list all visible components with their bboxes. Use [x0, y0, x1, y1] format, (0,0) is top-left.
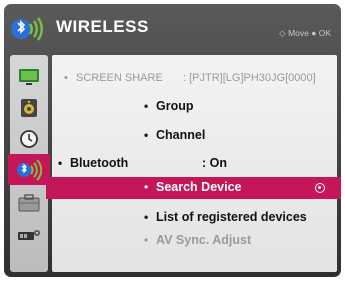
speaker-audio-icon [21, 98, 37, 117]
header: WIRELESS ◇ Move ● OK [4, 4, 341, 50]
toolbox-option-icon [18, 193, 40, 211]
group-item[interactable]: • Group [52, 95, 337, 119]
bullet: • [144, 99, 149, 113]
sidebar-item-wireless[interactable] [8, 154, 50, 185]
sidebar-item-option[interactable] [10, 187, 48, 218]
category-sidebar [8, 55, 50, 272]
av-sync-item[interactable]: • AV Sync. Adjust [52, 229, 337, 253]
registered-devices-label: List of registered devices [156, 210, 307, 224]
tv-picture-icon [19, 68, 39, 85]
sidebar-item-time[interactable] [10, 123, 48, 154]
settings-window: WIRELESS ◇ Move ● OK • SCREEN SHARE: [P… [4, 4, 341, 277]
bluetooth-item[interactable]: • Bluetooth : On [52, 152, 337, 176]
bullet: • [144, 180, 149, 194]
page-title: WIRELESS [56, 17, 149, 36]
channel-item[interactable]: • Channel [52, 124, 337, 148]
sidebar-item-audio[interactable] [10, 92, 48, 123]
search-device-label: Search Device [156, 180, 242, 194]
bluetooth-wireless-icon [10, 12, 44, 44]
bluetooth-wireless-icon [17, 158, 42, 181]
sidebar-item-input[interactable] [10, 219, 48, 250]
bluetooth-label: Bluetooth [70, 156, 129, 170]
clock-time-icon [20, 129, 38, 148]
bullet: • [64, 72, 68, 84]
bullet: • [58, 156, 63, 170]
screen-share-label: SCREEN SHARE [76, 72, 163, 84]
bullet: • [144, 233, 149, 247]
input-device-icon [18, 229, 40, 240]
screen-share-item[interactable]: • SCREEN SHARE : [PJTR][LG]PH30JG[0000] [52, 67, 337, 91]
bullet: • [144, 210, 149, 224]
av-sync-label: AV Sync. Adjust [156, 233, 252, 247]
sidebar-item-picture[interactable] [10, 61, 48, 92]
bluetooth-value: : On [202, 156, 227, 170]
group-label: Group [156, 99, 194, 113]
navigation-hint: ◇ Move ● OK [279, 28, 331, 38]
bullet: • [144, 128, 149, 142]
search-device-item[interactable]: • Search Device [46, 177, 341, 199]
channel-label: Channel [156, 128, 206, 142]
radio-selected-icon [315, 183, 325, 193]
screen-share-value: : [PJTR][LG]PH30JG[0000] [183, 72, 316, 84]
registered-devices-item[interactable]: • List of registered devices [52, 206, 337, 230]
settings-menu: • SCREEN SHARE : [PJTR][LG]PH30JG[0000] … [46, 55, 341, 272]
